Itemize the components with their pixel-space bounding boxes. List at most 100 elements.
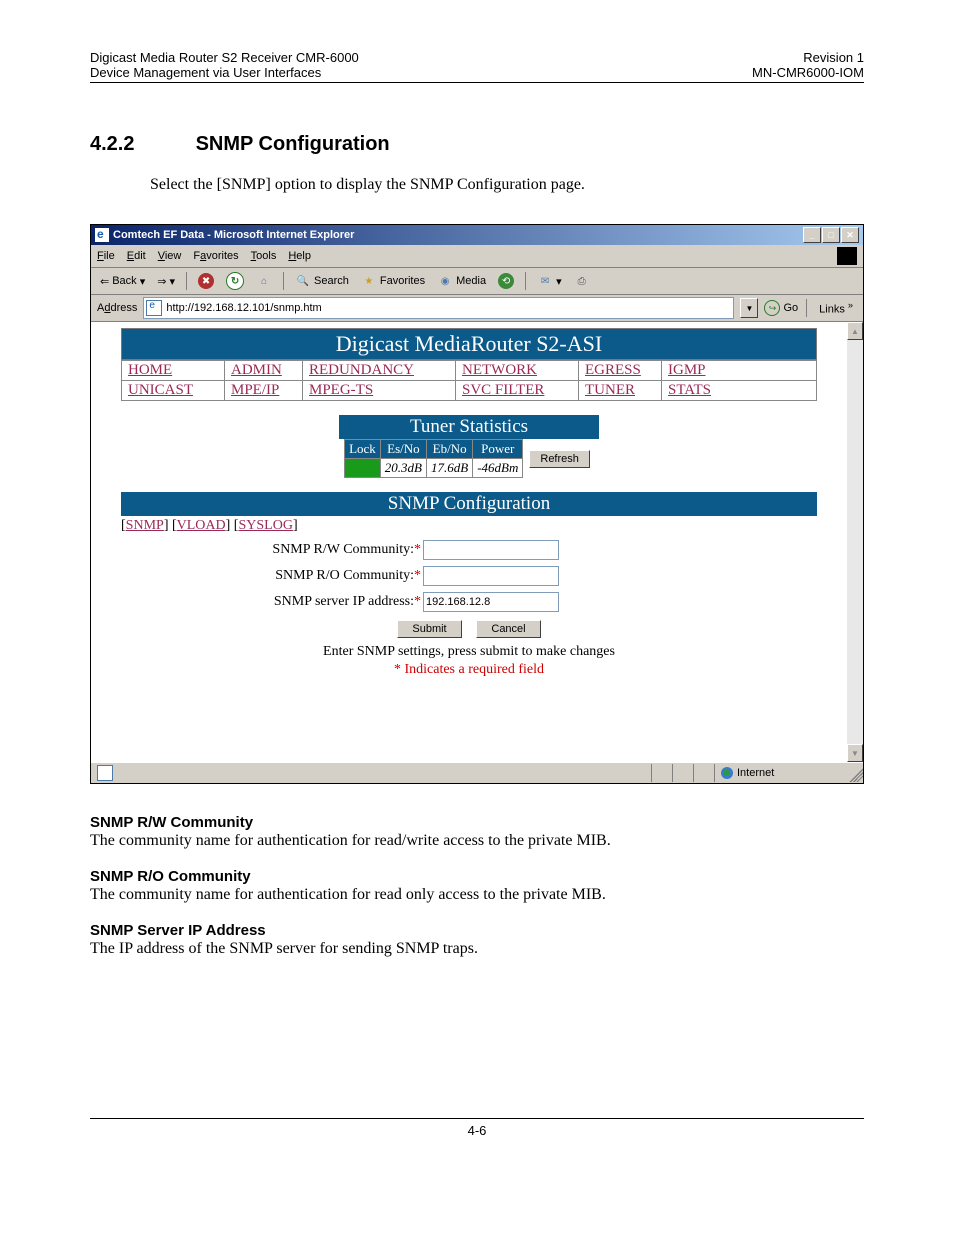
nav-igmp[interactable]: IGMP: [668, 362, 706, 378]
section-heading: 4.2.2 SNMP Configuration: [90, 133, 864, 156]
status-cell-1: [651, 764, 672, 782]
header-left-1: Digicast Media Router S2 Receiver CMR-60…: [90, 50, 359, 65]
ie-window: Comtech EF Data - Microsoft Internet Exp…: [90, 224, 864, 784]
th-ebno: Eb/No: [427, 440, 473, 459]
desc-rw-text: The community name for authentication fo…: [90, 832, 864, 850]
status-bar: Internet: [91, 762, 863, 783]
vertical-scrollbar[interactable]: ▲ ▼: [847, 322, 863, 762]
nav-network[interactable]: NETWORK: [462, 362, 537, 378]
doc-header: Digicast Media Router S2 Receiver CMR-60…: [90, 50, 864, 83]
refresh-button[interactable]: ↻: [223, 271, 247, 291]
ie-throbber-icon: [837, 247, 857, 265]
window-title: Comtech EF Data - Microsoft Internet Exp…: [113, 229, 354, 241]
required-note: * Indicates a required field: [121, 662, 817, 678]
th-esno: Es/No: [380, 440, 426, 459]
header-right-2: MN-CMR6000-IOM: [752, 65, 864, 80]
url-text: http://192.168.12.101/snmp.htm: [166, 302, 321, 314]
menu-file[interactable]: File: [97, 250, 115, 262]
th-power: Power: [473, 440, 523, 459]
desc-rw-title: SNMP R/W Community: [90, 814, 864, 831]
nav-home[interactable]: HOME: [128, 362, 172, 378]
submit-button[interactable]: Submit: [397, 620, 461, 638]
nav-stats[interactable]: STATS: [668, 382, 711, 398]
nav-svcfilter[interactable]: SVC FILTER: [462, 382, 544, 398]
link-vload[interactable]: VLOAD: [177, 518, 226, 533]
scroll-up-button[interactable]: ▲: [847, 322, 863, 340]
nav-unicast[interactable]: UNICAST: [128, 382, 193, 398]
content-area: Digicast MediaRouter S2-ASI HOME ADMIN R…: [91, 322, 863, 762]
close-button[interactable]: ✕: [841, 227, 859, 243]
link-snmp[interactable]: SNMP: [126, 518, 164, 533]
status-cell-3: [693, 764, 714, 782]
minimize-button[interactable]: _: [803, 227, 821, 243]
menu-edit[interactable]: Edit: [127, 250, 146, 262]
history-button[interactable]: ⟲: [495, 272, 517, 290]
help-text: Enter SNMP settings, press submit to mak…: [121, 644, 817, 660]
page-footer: 4-6: [90, 1118, 864, 1138]
stop-button[interactable]: ✖: [195, 272, 217, 290]
status-page-icon: [97, 765, 113, 781]
address-input-wrap[interactable]: http://192.168.12.101/snmp.htm: [143, 297, 734, 319]
menu-bar: File Edit View Favorites Tools Help: [91, 245, 863, 268]
nav-table: HOME ADMIN REDUNDANCY NETWORK EGRESS IGM…: [121, 360, 817, 401]
menu-favorites[interactable]: Favorites: [193, 250, 238, 262]
section-title: SNMP Configuration: [196, 133, 390, 155]
snmp-sublinks: [SNMP] [VLOAD] [SYSLOG]: [121, 518, 817, 534]
search-button[interactable]: 🔍Search: [292, 272, 352, 290]
back-button[interactable]: ⇐ Back ▾: [97, 274, 148, 289]
input-rw-community[interactable]: [423, 540, 559, 560]
globe-icon: [721, 767, 733, 779]
section-number: 4.2.2: [90, 133, 190, 156]
print-button[interactable]: ⎙: [571, 272, 593, 290]
tuner-banner: Tuner Statistics: [339, 415, 599, 439]
favorites-button[interactable]: ★Favorites: [358, 272, 428, 290]
forward-button[interactable]: ⇒ ▾: [154, 274, 178, 289]
media-button[interactable]: ◉Media: [434, 272, 489, 290]
nav-mpeip[interactable]: MPE/IP: [231, 382, 279, 398]
toolbar: ⇐ Back ▾ ⇒ ▾ ✖ ↻ ⌂ 🔍Search ★Favorites ◉M…: [91, 268, 863, 295]
val-esno: 20.3dB: [380, 459, 426, 478]
label-ip: SNMP server IP address:: [274, 594, 414, 609]
links-button[interactable]: Links »: [815, 300, 857, 316]
snmp-banner: SNMP Configuration: [121, 492, 817, 516]
mail-button[interactable]: ✉▾: [534, 272, 565, 290]
ie-app-icon: [95, 228, 109, 242]
address-label: Address: [97, 302, 137, 314]
tuner-table: Lock Es/No Eb/No Power Refresh 20.3dB 17…: [344, 439, 594, 478]
nav-mpegts[interactable]: MPEG-TS: [309, 382, 373, 398]
header-left-2: Device Management via User Interfaces: [90, 65, 359, 80]
nav-tuner[interactable]: TUNER: [585, 382, 635, 398]
resize-grip[interactable]: [847, 764, 863, 782]
menu-view[interactable]: View: [158, 250, 182, 262]
maximize-button[interactable]: □: [822, 227, 840, 243]
th-lock: Lock: [345, 440, 381, 459]
scroll-track[interactable]: [847, 340, 863, 744]
menu-tools[interactable]: Tools: [251, 250, 277, 262]
intro-text: Select the [SNMP] option to display the …: [150, 176, 864, 194]
desc-ip-title: SNMP Server IP Address: [90, 922, 864, 939]
val-ebno: 17.6dB: [427, 459, 473, 478]
home-button[interactable]: ⌂: [253, 272, 275, 290]
nav-egress[interactable]: EGRESS: [585, 362, 641, 378]
menu-help[interactable]: Help: [288, 250, 311, 262]
scroll-down-button[interactable]: ▼: [847, 744, 863, 762]
link-syslog[interactable]: SYSLOG: [238, 518, 292, 533]
label-ro: SNMP R/O Community:: [275, 568, 414, 583]
desc-ro-text: The community name for authentication fo…: [90, 886, 864, 904]
nav-redundancy[interactable]: REDUNDANCY: [309, 362, 414, 378]
header-right-1: Revision 1: [752, 50, 864, 65]
page-icon: [146, 300, 162, 316]
title-bar: Comtech EF Data - Microsoft Internet Exp…: [91, 225, 863, 245]
address-dropdown-button[interactable]: ▼: [740, 298, 758, 318]
tuner-refresh-button[interactable]: Refresh: [529, 450, 590, 468]
go-icon: ↪: [764, 300, 780, 316]
desc-ro-title: SNMP R/O Community: [90, 868, 864, 885]
input-server-ip[interactable]: [423, 592, 559, 612]
cancel-button[interactable]: Cancel: [476, 620, 540, 638]
status-cell-2: [672, 764, 693, 782]
desc-ip-text: The IP address of the SNMP server for se…: [90, 940, 864, 958]
nav-admin[interactable]: ADMIN: [231, 362, 282, 378]
label-rw: SNMP R/W Community:: [272, 542, 414, 557]
input-ro-community[interactable]: [423, 566, 559, 586]
go-button[interactable]: ↪ Go: [764, 300, 798, 316]
